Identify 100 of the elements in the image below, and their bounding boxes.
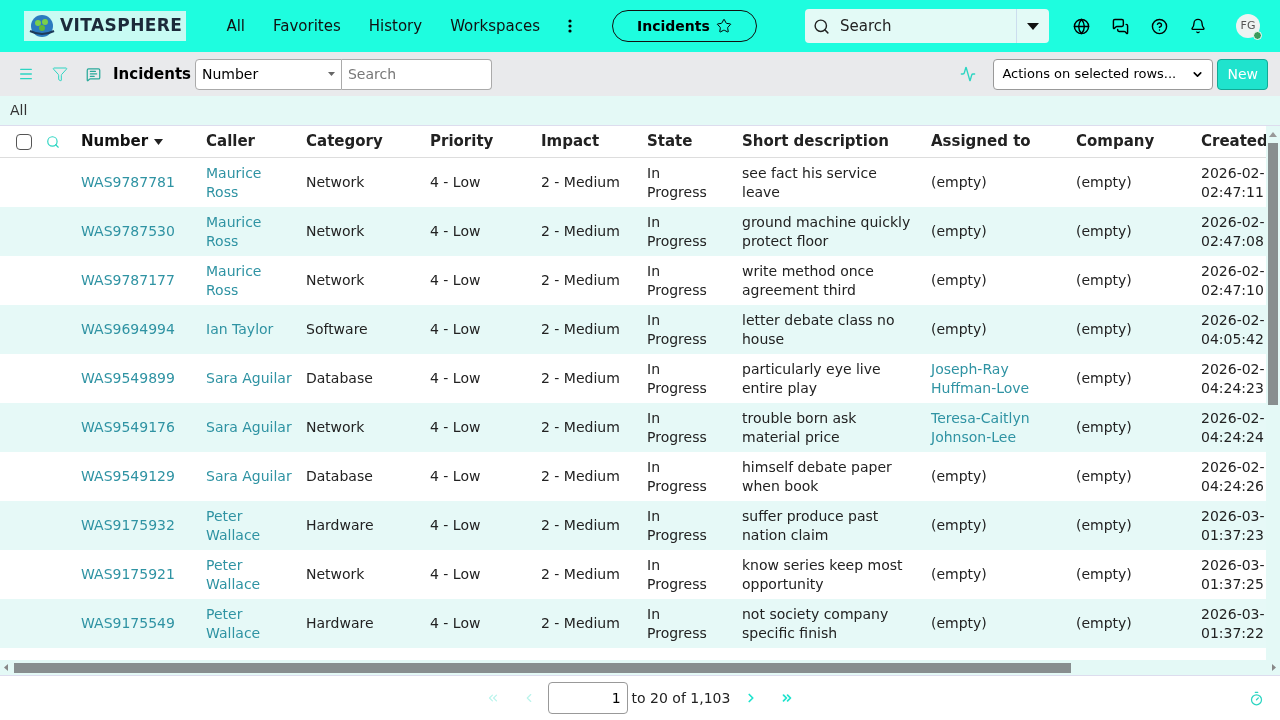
table-cell-text: 4 - Low <box>430 369 482 388</box>
page-input[interactable]: 1 <box>547 682 628 714</box>
table-cell-text: 2 - Medium <box>541 516 621 535</box>
table-cell-text: Network <box>306 565 366 584</box>
table-cell-text: (empty) <box>1076 222 1133 241</box>
incident-link[interactable]: WAS9787781 <box>81 173 194 192</box>
incident-link[interactable]: WAS9787177 <box>81 271 194 290</box>
table-cell-text: not society company specific finish <box>742 604 890 643</box>
more-icon[interactable] <box>568 19 572 33</box>
caller-link[interactable]: Maurice Ross <box>206 163 294 202</box>
table-cell-text: (empty) <box>931 271 988 290</box>
incident-link[interactable]: WAS9549899 <box>81 369 194 388</box>
column-header[interactable]: Priority <box>430 130 494 153</box>
dropdown-icon[interactable] <box>1027 22 1039 30</box>
caret-icon <box>328 72 335 76</box>
table-cell: In Progress <box>647 212 707 251</box>
table-cell-text: 4 - Low <box>430 320 482 339</box>
table-cell: 2026-02- 02:47:08 <box>1201 212 1265 251</box>
table-cell-text: write method once agreement third <box>742 261 875 300</box>
caller-link[interactable]: Sara Aguilar <box>206 369 294 388</box>
scroll-right-icon[interactable] <box>1272 664 1276 671</box>
nav-link[interactable]: History <box>360 14 431 38</box>
select-all-checkbox[interactable] <box>16 133 32 150</box>
table-cell: In Progress <box>647 310 707 349</box>
table-cell-text: himself debate paper when book <box>742 457 893 496</box>
table-cell: In Progress <box>647 163 707 202</box>
table-cell-text: 4 - Low <box>430 614 482 633</box>
menu-icon[interactable] <box>18 66 34 82</box>
column-header[interactable]: Caller <box>206 130 255 153</box>
table-cell: In Progress <box>647 408 707 447</box>
table-cell: In Progress <box>647 604 707 643</box>
global-search-bar[interactable]: Search <box>805 9 1049 43</box>
table-cell: In Progress <box>647 359 707 398</box>
incident-link[interactable]: WAS9175921 <box>81 565 194 584</box>
column-header[interactable]: Category <box>306 130 383 153</box>
table-cell: 2026-03- 01:37:23 <box>1201 506 1265 545</box>
search-input[interactable]: Search <box>840 14 1016 38</box>
actions-select[interactable]: Actions on selected rows... <box>993 58 1214 90</box>
table-cell-text: letter debate class no house <box>742 310 896 349</box>
caller-link[interactable]: Sara Aguilar <box>206 467 294 486</box>
table-cell-text: (empty) <box>1076 516 1133 535</box>
column-header[interactable]: Short description <box>742 130 889 153</box>
column-header[interactable]: Company <box>1076 130 1155 153</box>
table-cell-text: (empty) <box>931 173 988 192</box>
column-header[interactable]: Assigned to <box>931 130 1031 153</box>
column-header[interactable]: State <box>647 130 693 153</box>
assignee-link[interactable]: Joseph-Ray Huffman-Love <box>931 359 1064 398</box>
search-icon <box>813 17 830 35</box>
column-header[interactable]: Impact <box>541 130 600 153</box>
caller-link[interactable]: Peter Wallace <box>206 555 294 594</box>
logo[interactable]: VITASPHERE <box>24 11 187 41</box>
nav-link[interactable]: All <box>218 14 254 38</box>
globe-icon[interactable] <box>1073 17 1090 35</box>
star-icon[interactable] <box>715 18 732 34</box>
scroll-left-icon[interactable] <box>4 664 8 671</box>
table-cell: 2026-02- 04:24:24 <box>1201 408 1265 447</box>
incident-link[interactable]: WAS9549129 <box>81 467 194 486</box>
pulse-icon[interactable] <box>960 66 977 82</box>
table-cell-text: 2 - Medium <box>541 467 621 486</box>
table-cell-text: (empty) <box>931 565 988 584</box>
table-cell-text: (empty) <box>1076 173 1133 192</box>
table-cell-text: (empty) <box>931 516 988 535</box>
nav-link[interactable]: Workspaces <box>442 14 548 38</box>
search-icon[interactable] <box>46 134 60 149</box>
filter-breadcrumb[interactable]: All <box>10 100 28 121</box>
table-cell-text: 2 - Medium <box>541 222 621 241</box>
comment-icon[interactable] <box>86 66 101 82</box>
sort-descending-icon[interactable] <box>154 138 164 145</box>
table-cell-text: 4 - Low <box>430 565 482 584</box>
table-cell-text: 4 - Low <box>430 222 482 241</box>
horizontal-scrollbar[interactable] <box>0 660 1280 676</box>
table-cell-text: 2 - Medium <box>541 320 621 339</box>
nav-link[interactable]: Favorites <box>265 14 349 38</box>
table-cell-text: 4 - Low <box>430 271 482 290</box>
chat-icon[interactable] <box>1112 17 1129 35</box>
timer-icon[interactable] <box>1249 690 1264 706</box>
notifications-icon[interactable] <box>1190 18 1206 34</box>
column-header[interactable]: Number <box>81 130 149 153</box>
caller-link[interactable]: Maurice Ross <box>206 261 294 300</box>
table-cell-text: Hardware <box>306 516 375 535</box>
help-icon[interactable] <box>1151 17 1168 35</box>
table-cell-text: 4 - Low <box>430 467 482 486</box>
column-header[interactable]: Created <box>1201 130 1266 153</box>
table-cell-text: (empty) <box>1076 565 1133 584</box>
list-search-field[interactable]: Search <box>342 58 492 90</box>
table-cell: 2026-02- 04:24:26 <box>1201 457 1265 496</box>
table-cell-text: Database <box>306 369 374 388</box>
user-avatar[interactable]: FG <box>1236 14 1260 38</box>
table-cell-text: (empty) <box>931 320 988 339</box>
scroll-up-icon[interactable] <box>1269 132 1277 137</box>
vertical-scrollbar[interactable] <box>1266 126 1280 660</box>
table-cell: 2026-02- 04:05:42 <box>1201 310 1265 349</box>
field-select[interactable]: Number <box>195 58 342 90</box>
page-range: to 20 of 1,103 <box>631 688 731 708</box>
online-status-icon <box>1253 31 1262 40</box>
table-cell-text: 2 - Medium <box>541 614 621 633</box>
table-cell-text: (empty) <box>931 222 988 241</box>
table-cell-text: 2 - Medium <box>541 173 621 192</box>
table-cell-text: (empty) <box>1076 614 1133 633</box>
table-cell-text: (empty) <box>1076 271 1133 290</box>
